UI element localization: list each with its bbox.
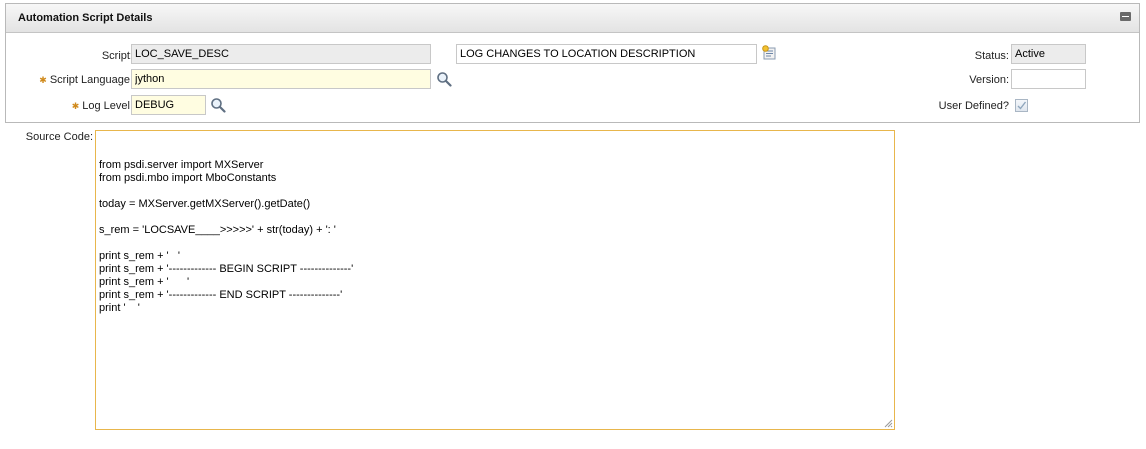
automation-script-details-section: Automation Script Details Script: Status… (5, 3, 1140, 123)
resize-grip-icon[interactable] (883, 418, 893, 428)
log-level-label: ✱ Log Level: (71, 100, 133, 112)
script-language-field[interactable] (131, 69, 431, 89)
source-code-line: print s_rem + ' ' (99, 250, 180, 262)
script-language-label: ✱ Script Language: (39, 74, 133, 86)
section-header[interactable]: Automation Script Details (6, 4, 1139, 33)
required-asterisk: ✱ (71, 101, 80, 111)
source-code-line (99, 185, 891, 198)
version-label: Version: (969, 74, 1009, 86)
script-language-magnifier-icon[interactable] (436, 71, 452, 87)
long-description-icon[interactable] (762, 45, 778, 61)
version-field[interactable] (1011, 69, 1086, 89)
source-code-line: print ' ' (99, 302, 140, 314)
script-field[interactable] (131, 44, 431, 64)
source-code-line: print s_rem + ' ' (99, 276, 190, 288)
source-code-line: from psdi.server import MXServer (99, 159, 264, 171)
log-level-field[interactable] (131, 95, 206, 115)
user-defined-label: User Defined? (938, 100, 1009, 112)
source-code-line: from psdi.mbo import MboConstants (99, 172, 277, 184)
source-code-line (99, 211, 891, 224)
source-code-line: s_rem = 'LOCSAVE____>>>>>' + str(today) … (99, 224, 336, 236)
source-code-line (99, 237, 891, 250)
source-code-line: print s_rem + '------------- END SCRIPT … (99, 289, 343, 301)
script-label: Script: (101, 50, 133, 62)
checkmark-icon (1017, 101, 1027, 110)
source-code-label: Source Code: (25, 131, 93, 143)
required-asterisk: ✱ (39, 75, 47, 85)
status-label: Status: (974, 50, 1009, 62)
description-field[interactable] (456, 44, 757, 64)
source-code-line: today = MXServer.getMXServer().getDate() (99, 198, 311, 210)
user-defined-checkbox[interactable] (1015, 99, 1028, 112)
source-code-line: print s_rem + '------------- BEGIN SCRIP… (99, 263, 354, 275)
section-title: Automation Script Details (18, 12, 153, 24)
collapse-section-icon[interactable] (1120, 12, 1131, 21)
log-level-magnifier-icon[interactable] (210, 97, 226, 113)
source-code-textarea[interactable]: from psdi.server import MXServer from psd… (95, 130, 895, 430)
status-field[interactable] (1011, 44, 1086, 64)
